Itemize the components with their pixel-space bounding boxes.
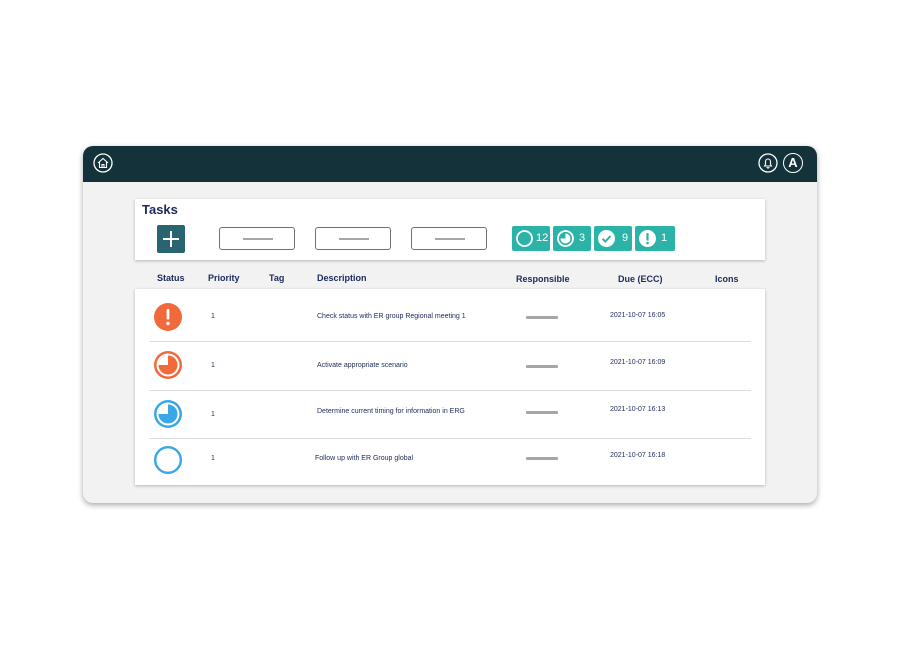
- counter-alert-count: 1: [661, 232, 668, 244]
- column-header-due[interactable]: Due (ECC): [618, 274, 663, 284]
- description-cell: Follow up with ER Group global: [315, 455, 414, 462]
- column-header-description[interactable]: Description: [317, 273, 367, 283]
- counter-done[interactable]: 9: [594, 226, 632, 251]
- responsible-placeholder: [526, 316, 558, 319]
- filter-button-1[interactable]: [219, 227, 295, 250]
- placeholder-line: [339, 237, 369, 240]
- progress-blue-status-icon: [154, 400, 182, 428]
- task-table: 1 Check status with ER group Regional me…: [135, 289, 765, 485]
- responsible-placeholder: [526, 365, 558, 368]
- in-progress-icon: [557, 230, 574, 247]
- counter-in-progress[interactable]: 3: [553, 226, 591, 251]
- progress-orange-status-icon: [154, 351, 182, 379]
- counter-open-count: 12: [536, 232, 549, 244]
- column-header-icons[interactable]: Icons: [715, 274, 739, 284]
- page-title: Tasks: [142, 202, 178, 217]
- priority-cell: 1: [211, 411, 215, 418]
- table-header: Status Priority Tag Description Responsi…: [83, 272, 817, 290]
- app-window: A Tasks 12 3 9 1 Status Priority Tag Des…: [83, 146, 817, 503]
- counter-open[interactable]: 12: [512, 226, 550, 251]
- description-cell: Activate appropriate scenario: [317, 362, 408, 369]
- counter-in-progress-count: 3: [579, 232, 586, 244]
- filter-button-3[interactable]: [411, 227, 487, 250]
- due-cell: 2021-10-07 16:05: [610, 312, 666, 319]
- placeholder-line: [243, 237, 273, 240]
- bell-icon[interactable]: [758, 153, 778, 173]
- alert-status-icon: [154, 303, 182, 331]
- priority-cell: 1: [211, 362, 215, 369]
- counter-alert[interactable]: 1: [635, 226, 675, 251]
- open-circle-icon: [516, 230, 533, 247]
- due-cell: 2021-10-07 16:13: [610, 406, 666, 413]
- table-row[interactable]: 1 Follow up with ER Group global 2021-10…: [149, 439, 751, 487]
- open-status-icon: [154, 446, 182, 474]
- description-cell: Determine current timing for information…: [317, 408, 465, 415]
- filter-button-2[interactable]: [315, 227, 391, 250]
- description-cell: Check status with ER group Regional meet…: [317, 313, 466, 320]
- top-bar: A: [83, 146, 817, 182]
- priority-cell: 1: [211, 455, 215, 462]
- table-row[interactable]: 1 Check status with ER group Regional me…: [149, 293, 751, 342]
- column-header-responsible[interactable]: Responsible: [516, 274, 570, 284]
- responsible-placeholder: [526, 457, 558, 460]
- avatar[interactable]: A: [783, 153, 803, 173]
- table-row[interactable]: 1 Activate appropriate scenario 2021-10-…: [149, 342, 751, 391]
- placeholder-line: [435, 237, 465, 240]
- alert-circle-icon: [639, 230, 656, 247]
- column-header-status[interactable]: Status: [157, 273, 185, 283]
- column-header-tag[interactable]: Tag: [269, 273, 284, 283]
- tasks-panel: Tasks 12 3 9 1: [135, 199, 765, 260]
- due-cell: 2021-10-07 16:09: [610, 359, 666, 366]
- add-task-button[interactable]: [157, 225, 185, 253]
- home-icon[interactable]: [93, 153, 113, 173]
- check-circle-icon: [598, 230, 615, 247]
- table-row[interactable]: 1 Determine current timing for informati…: [149, 390, 751, 439]
- responsible-placeholder: [526, 411, 558, 414]
- priority-cell: 1: [211, 313, 215, 320]
- column-header-priority[interactable]: Priority: [208, 273, 240, 283]
- counter-done-count: 9: [622, 232, 629, 244]
- due-cell: 2021-10-07 16:18: [610, 452, 666, 459]
